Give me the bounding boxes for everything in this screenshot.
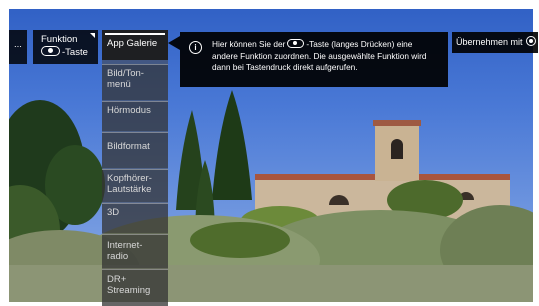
frame-edge-top — [0, 0, 539, 9]
apply-button[interactable]: Übernehmen mit — [452, 32, 538, 53]
ok-icon — [526, 36, 537, 46]
menu-item-label: 3D — [107, 207, 120, 218]
menu-item-kopfhoerer-lautstaerke[interactable]: Kopfhörer-Lautstärke — [102, 169, 168, 202]
funktion-key-line: -Taste — [41, 46, 98, 59]
corner-marker-icon — [90, 33, 95, 38]
menu-item-dr-streaming[interactable]: DR+ Streaming — [102, 269, 168, 306]
info-icon: i — [189, 41, 202, 54]
menu-item-3d[interactable]: 3D — [102, 203, 168, 233]
menu-item-hoermodus[interactable]: Hörmodus — [102, 101, 168, 131]
info-popup: i Hier können Sie der -Taste (langes Drüc… — [180, 32, 448, 87]
frame-edge-left — [0, 0, 9, 306]
menu-item-label: DR+ Streaming — [107, 274, 151, 296]
menu-item-label: Kopfhörer-Lautstärke — [107, 173, 152, 195]
menu-item-app-galerie[interactable]: App Galerie — [102, 30, 168, 60]
info-text-part1: Hier können Sie der — [212, 39, 286, 49]
info-popup-pointer — [168, 36, 180, 50]
menu-item-internet-radio[interactable]: Internet-radio — [102, 234, 168, 268]
apply-label: Übernehmen mit — [456, 37, 523, 47]
menu-item-label: App Galerie — [107, 38, 158, 49]
menu-item-label: Bild/Ton-menü — [107, 68, 144, 90]
key-pill-icon — [287, 39, 305, 48]
menu-item-bildformat[interactable]: Bildformat — [102, 132, 168, 168]
funktion-taste-tile[interactable]: Funktion -Taste — [33, 30, 98, 64]
tv-screen: ... Funktion -Taste App Galerie Bild/Ton… — [0, 0, 539, 306]
frame-edge-bottom — [0, 302, 539, 306]
menu-item-label: Hörmodus — [107, 105, 151, 116]
function-menu: App Galerie Bild/Ton-menü Hörmodus Bildf… — [102, 30, 168, 306]
menu-item-label: Internet-radio — [107, 240, 143, 262]
more-tile[interactable]: ... — [9, 30, 27, 64]
menu-item-label: Bildformat — [107, 141, 150, 152]
more-label: ... — [14, 39, 22, 50]
key-pill-icon — [41, 46, 60, 56]
taste-label: -Taste — [62, 47, 88, 58]
menu-item-bild-ton-menu[interactable]: Bild/Ton-menü — [102, 64, 168, 100]
